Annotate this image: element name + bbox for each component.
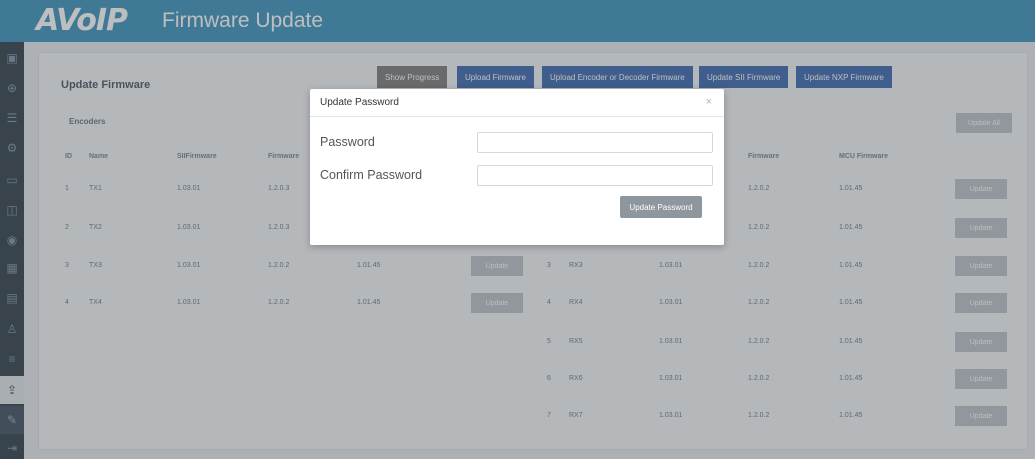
confirm-password-label: Confirm Password (320, 168, 423, 182)
password-field[interactable] (477, 132, 713, 153)
update-password-dialog: Update Password × Password Confirm Passw… (310, 89, 724, 245)
update-password-button[interactable]: Update Password (620, 196, 702, 218)
dialog-header: Update Password × (310, 89, 724, 117)
confirm-password-field[interactable] (477, 165, 713, 186)
close-icon[interactable]: × (706, 96, 712, 108)
password-label: Password (320, 135, 375, 149)
dialog-title: Update Password (320, 97, 399, 108)
